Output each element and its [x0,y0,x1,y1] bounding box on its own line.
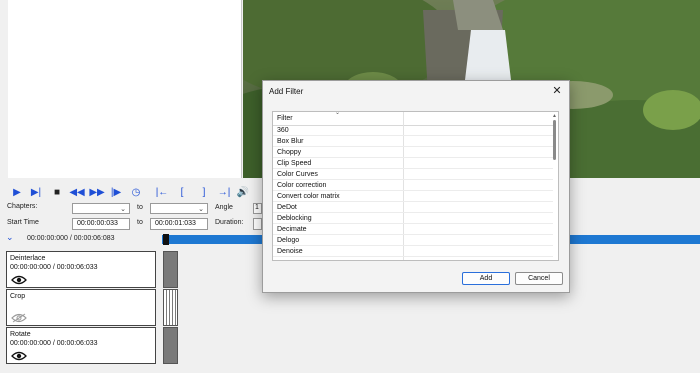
filter-range-strip[interactable] [163,327,178,364]
expand-chevron-icon[interactable]: ⌄ [6,232,14,243]
next-frame-icon[interactable]: |▶ [109,185,123,199]
mark-in-bracket-icon[interactable]: [ [175,185,189,199]
start-time-field[interactable]: 00:00:00:033 [72,218,130,230]
filter-time: 00:00:00:000 / 00:00:06:033 [10,264,98,271]
chapter-start-select[interactable]: ⌄ [72,203,130,214]
mark-out-bracket-icon[interactable]: ] [197,185,211,199]
filter-time: 00:00:00:000 / 00:00:06:033 [10,340,98,347]
list-item-label: Decimate [277,226,307,233]
filter-range-strip[interactable] [163,289,178,326]
start-to-label: to [137,219,143,226]
play-icon[interactable]: ▶ [10,185,24,199]
add-filter-dialog: Add Filter ✕ ⌄ Filter 360 Box Blur Chopp… [262,80,570,293]
eye-hidden-icon[interactable] [11,313,27,323]
sort-arrow-icon: ⌄ [335,111,341,116]
filter-card-crop[interactable]: Crop [6,289,156,326]
list-item[interactable]: Color Curves [273,169,553,180]
filter-name: Rotate [10,331,31,338]
eye-icon[interactable] [11,351,27,361]
chapters-to-label: to [137,204,143,211]
clock-icon[interactable]: ◷ [129,185,143,199]
column-header-filter[interactable]: Filter [277,115,293,122]
list-item[interactable]: Decimate [273,224,553,235]
timeline-handle[interactable] [163,234,169,245]
chevron-down-icon: ⌄ [198,206,204,213]
list-item[interactable]: 360 [273,125,553,136]
angle-value: 1 [255,204,259,211]
add-button[interactable]: Add [462,272,510,285]
mark-out-icon[interactable]: →| [217,185,231,199]
position-readout: 00:00:00:000 / 00:00:06:083 [27,235,115,242]
scroll-up-icon[interactable]: ▲ [552,113,557,119]
list-item-label: Deblocking [277,215,312,222]
eye-icon[interactable] [11,275,27,285]
list-item-label: Delogo [277,237,300,244]
list-item-label: Color Curves [277,171,318,178]
fast-forward-icon[interactable]: ▶▶ [89,185,104,199]
dialog-title: Add Filter [269,87,304,96]
list-item[interactable]: Box Blur [273,136,553,147]
list-item[interactable]: Deblocking [273,213,553,224]
filter-card-deinterlace[interactable]: Deinterlace 00:00:00:000 / 00:00:06:033 [6,251,156,288]
cancel-button[interactable]: Cancel [515,272,563,285]
scrollbar-thumb[interactable] [553,120,556,160]
list-header: ⌄ Filter [273,112,553,126]
end-time-field[interactable]: 00:00:01:033 [150,218,208,230]
duration-label: Duration: [215,219,244,226]
filter-card-rotate[interactable]: Rotate 00:00:00:000 / 00:00:06:033 [6,327,156,364]
list-item-label: Color correction [277,182,327,189]
list-item-label: Denoise [277,248,303,255]
list-item[interactable]: Convert color matrix [273,191,553,202]
close-icon[interactable]: ✕ [551,84,563,97]
angle-select[interactable]: 1 [253,203,262,214]
list-item[interactable]: DeDot [273,202,553,213]
volume-icon[interactable]: 🔊 [236,185,250,199]
list-item-label: Box Blur [277,138,304,145]
rewind-icon[interactable]: ◀◀ [69,185,84,199]
angle-label: Angle [215,204,233,211]
list-item-label: Choppy [277,149,302,156]
filter-name: Crop [10,293,26,300]
filter-name: Deinterlace [10,255,46,262]
list-item-label: Convert color matrix [277,193,340,200]
filter-list: ⌄ Filter 360 Box Blur Choppy Clip Speed … [272,111,559,261]
play-selection-icon[interactable]: ▶| [29,185,43,199]
list-item[interactable]: Delogo [273,235,553,246]
list-item-label: 360 [277,127,289,134]
chevron-down-icon: ⌄ [120,206,126,213]
file-panel [0,0,242,178]
list-item[interactable]: Choppy [273,147,553,158]
list-item[interactable]: Color correction [273,180,553,191]
list-item-label: DeDot [277,204,297,211]
list-item-label: Clip Speed [277,160,312,167]
chapter-end-select[interactable]: ⌄ [150,203,208,214]
start-time-label: Start Time [7,219,39,226]
chapters-label: Chapters: [7,203,38,210]
list-item[interactable]: Denoise [273,246,553,257]
mark-in-icon[interactable]: |← [155,185,169,199]
duration-field[interactable] [253,218,262,230]
stop-icon[interactable]: ■ [50,185,64,199]
list-item[interactable]: Clip Speed [273,158,553,169]
filter-range-strip[interactable] [163,251,178,288]
